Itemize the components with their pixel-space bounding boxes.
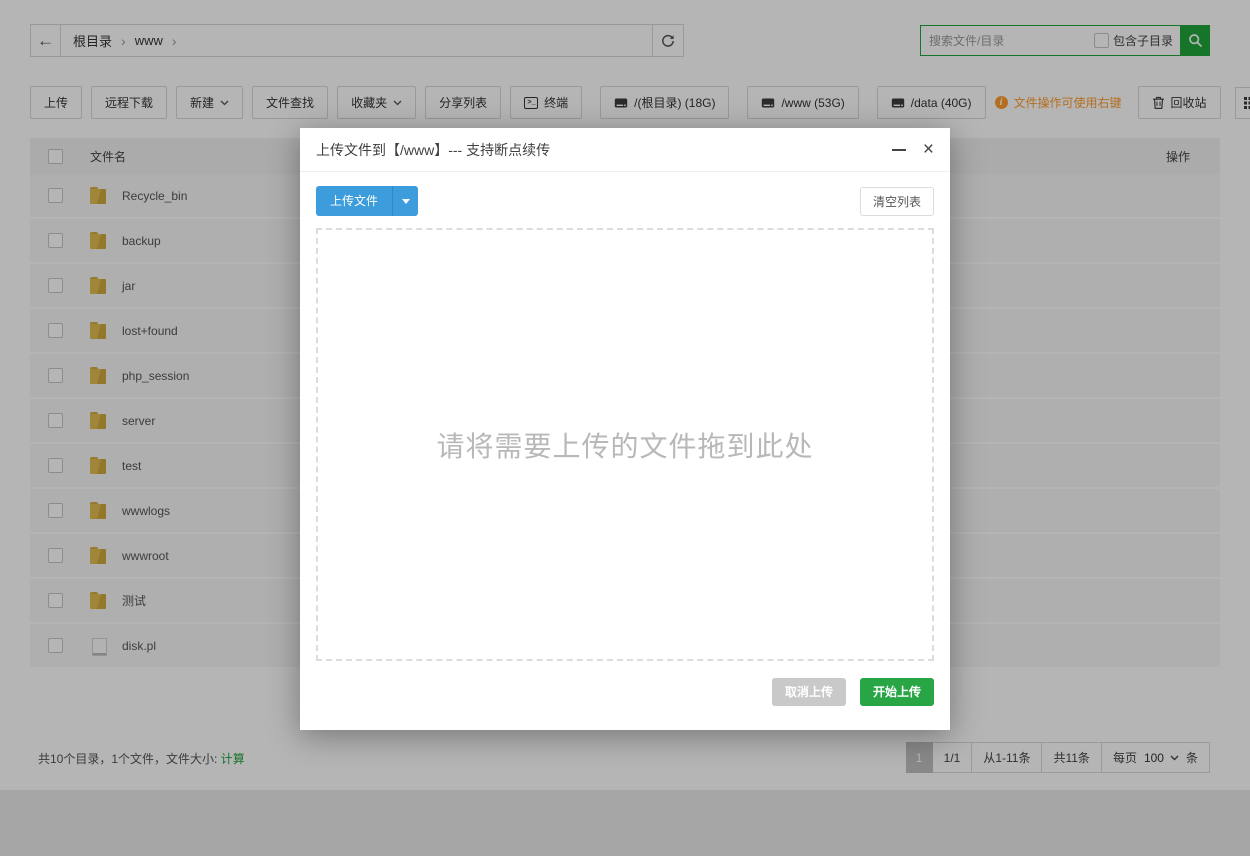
dropzone-hint-text: 请将需要上传的文件拖到此处 <box>436 425 813 465</box>
dialog-body: 上传文件 清空列表 请将需要上传的文件拖到此处 取消上传 开始上传 <box>300 172 950 706</box>
upload-file-split-button: 上传文件 <box>316 186 418 216</box>
cancel-upload-button[interactable]: 取消上传 <box>772 678 846 706</box>
caret-down-icon <box>402 199 410 204</box>
clear-list-button[interactable]: 清空列表 <box>860 187 934 216</box>
upload-options-caret-button[interactable] <box>392 186 418 216</box>
dialog-title: 上传文件到【/www】--- 支持断点续传 <box>316 140 550 160</box>
upload-file-button[interactable]: 上传文件 <box>316 186 392 216</box>
dialog-footer: 取消上传 开始上传 <box>316 678 934 706</box>
upload-dropzone[interactable]: 请将需要上传的文件拖到此处 <box>316 228 934 661</box>
dialog-titlebar: 上传文件到【/www】--- 支持断点续传 × <box>300 128 950 172</box>
start-upload-button[interactable]: 开始上传 <box>860 678 934 706</box>
upload-dialog: 上传文件到【/www】--- 支持断点续传 × 上传文件 清空列表 请将需要上传… <box>300 128 950 730</box>
minimize-icon[interactable] <box>892 149 906 151</box>
close-icon[interactable]: × <box>923 140 934 159</box>
